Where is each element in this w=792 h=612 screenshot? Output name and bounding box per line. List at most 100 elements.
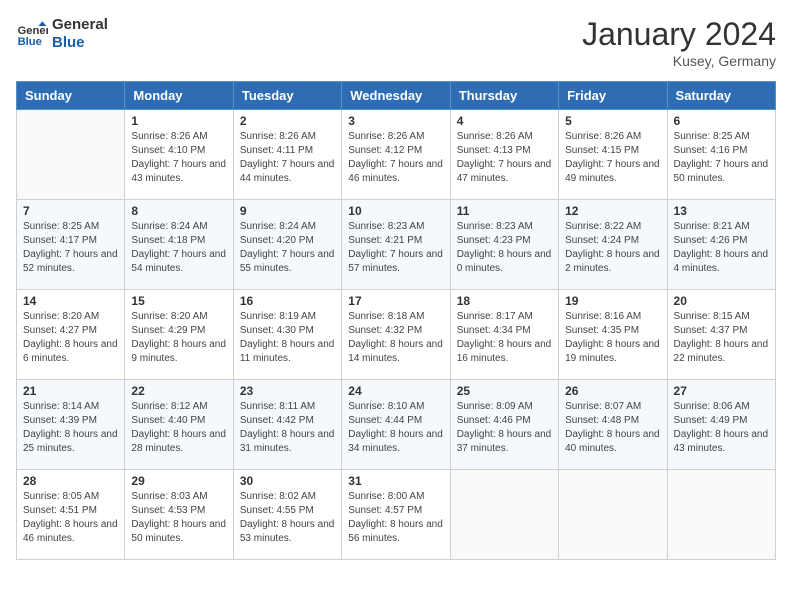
calendar-week-3: 14 Sunrise: 8:20 AMSunset: 4:27 PMDayligh…: [17, 290, 776, 380]
calendar-cell: 5 Sunrise: 8:26 AMSunset: 4:15 PMDaylight…: [559, 110, 667, 200]
day-number: 13: [674, 204, 769, 218]
calendar-cell: 11Sunrise: 8:23 AMSunset: 4:23 PMDayligh…: [450, 200, 558, 290]
calendar-cell: 15Sunrise: 8:20 AMSunset: 4:29 PMDayligh…: [125, 290, 233, 380]
day-number: 31: [348, 474, 443, 488]
logo-general: General: [52, 16, 108, 34]
day-number: 8: [131, 204, 226, 218]
month-title: January 2024: [582, 16, 776, 53]
calendar-cell: 2 Sunrise: 8:26 AMSunset: 4:11 PMDaylight…: [233, 110, 341, 200]
logo-blue: Blue: [52, 34, 108, 52]
calendar-cell: 24 Sunrise: 8:10 AMSunset: 4:44 PMDayligh…: [342, 380, 450, 470]
calendar-cell: 16Sunrise: 8:19 AMSunset: 4:30 PMDayligh…: [233, 290, 341, 380]
day-number: 16: [240, 294, 335, 308]
cell-content: Sunrise: 8:15 AMSunset: 4:37 PMDaylight:…: [674, 310, 769, 366]
calendar-cell: 23 Sunrise: 8:11 AMSunset: 4:42 PMDayligh…: [233, 380, 341, 470]
calendar-cell: [17, 110, 125, 200]
day-number: 3: [348, 114, 443, 128]
calendar-table: SundayMondayTuesdayWednesdayThursdayFrid…: [16, 81, 776, 560]
calendar-header-row: SundayMondayTuesdayWednesdayThursdayFrid…: [17, 82, 776, 110]
cell-content: Sunrise: 8:14 AMSunset: 4:39 PMDaylight:…: [23, 400, 118, 456]
day-number: 29: [131, 474, 226, 488]
calendar-cell: 19 Sunrise: 8:16 AMSunset: 4:35 PMDayligh…: [559, 290, 667, 380]
calendar-cell: 14 Sunrise: 8:20 AMSunset: 4:27 PMDayligh…: [17, 290, 125, 380]
calendar-cell: 7Sunrise: 8:25 AMSunset: 4:17 PMDaylight…: [17, 200, 125, 290]
day-number: 5: [565, 114, 660, 128]
page-header: General Blue General Blue January 2024 K…: [16, 16, 776, 69]
calendar-week-1: 1 Sunrise: 8:26 AMSunset: 4:10 PMDaylight…: [17, 110, 776, 200]
cell-content: Sunrise: 8:00 AMSunset: 4:57 PMDaylight:…: [348, 490, 443, 546]
calendar-cell: [559, 470, 667, 560]
day-number: 2: [240, 114, 335, 128]
header-saturday: Saturday: [667, 82, 775, 110]
calendar-cell: 8 Sunrise: 8:24 AMSunset: 4:18 PMDaylight…: [125, 200, 233, 290]
cell-content: Sunrise: 8:10 AMSunset: 4:44 PMDaylight:…: [348, 400, 443, 456]
day-number: 18: [457, 294, 552, 308]
cell-content: Sunrise: 8:12 AMSunset: 4:40 PMDaylight:…: [131, 400, 226, 456]
cell-content: Sunrise: 8:03 AMSunset: 4:53 PMDaylight:…: [131, 490, 226, 546]
day-number: 12: [565, 204, 660, 218]
day-number: 24: [348, 384, 443, 398]
cell-content: Sunrise: 8:05 AMSunset: 4:51 PMDaylight:…: [23, 490, 118, 546]
day-number: 25: [457, 384, 552, 398]
logo: General Blue General Blue: [16, 16, 108, 52]
calendar-cell: 9 Sunrise: 8:24 AMSunset: 4:20 PMDaylight…: [233, 200, 341, 290]
cell-content: Sunrise: 8:26 AMSunset: 4:10 PMDaylight:…: [131, 130, 226, 186]
calendar-cell: 25 Sunrise: 8:09 AMSunset: 4:46 PMDayligh…: [450, 380, 558, 470]
day-number: 9: [240, 204, 335, 218]
cell-content: Sunrise: 8:23 AMSunset: 4:21 PMDaylight:…: [348, 220, 443, 276]
calendar-cell: 6Sunrise: 8:25 AMSunset: 4:16 PMDaylight…: [667, 110, 775, 200]
svg-text:General: General: [18, 25, 48, 37]
calendar-week-2: 7Sunrise: 8:25 AMSunset: 4:17 PMDaylight…: [17, 200, 776, 290]
day-number: 1: [131, 114, 226, 128]
header-thursday: Thursday: [450, 82, 558, 110]
cell-content: Sunrise: 8:26 AMSunset: 4:15 PMDaylight:…: [565, 130, 660, 186]
cell-content: Sunrise: 8:22 AMSunset: 4:24 PMDaylight:…: [565, 220, 660, 276]
cell-content: Sunrise: 8:21 AMSunset: 4:26 PMDaylight:…: [674, 220, 769, 276]
cell-content: Sunrise: 8:06 AMSunset: 4:49 PMDaylight:…: [674, 400, 769, 456]
cell-content: Sunrise: 8:09 AMSunset: 4:46 PMDaylight:…: [457, 400, 552, 456]
day-number: 23: [240, 384, 335, 398]
day-number: 28: [23, 474, 118, 488]
day-number: 20: [674, 294, 769, 308]
header-friday: Friday: [559, 82, 667, 110]
cell-content: Sunrise: 8:20 AMSunset: 4:29 PMDaylight:…: [131, 310, 226, 366]
header-sunday: Sunday: [17, 82, 125, 110]
day-number: 19: [565, 294, 660, 308]
svg-text:Blue: Blue: [18, 36, 42, 48]
calendar-cell: 13 Sunrise: 8:21 AMSunset: 4:26 PMDayligh…: [667, 200, 775, 290]
calendar-cell: 26Sunrise: 8:07 AMSunset: 4:48 PMDayligh…: [559, 380, 667, 470]
calendar-cell: 3Sunrise: 8:26 AMSunset: 4:12 PMDaylight…: [342, 110, 450, 200]
cell-content: Sunrise: 8:20 AMSunset: 4:27 PMDaylight:…: [23, 310, 118, 366]
cell-content: Sunrise: 8:24 AMSunset: 4:20 PMDaylight:…: [240, 220, 335, 276]
cell-content: Sunrise: 8:16 AMSunset: 4:35 PMDaylight:…: [565, 310, 660, 366]
calendar-cell: 17Sunrise: 8:18 AMSunset: 4:32 PMDayligh…: [342, 290, 450, 380]
calendar-cell: 1 Sunrise: 8:26 AMSunset: 4:10 PMDaylight…: [125, 110, 233, 200]
calendar-cell: 12 Sunrise: 8:22 AMSunset: 4:24 PMDayligh…: [559, 200, 667, 290]
day-number: 14: [23, 294, 118, 308]
cell-content: Sunrise: 8:25 AMSunset: 4:17 PMDaylight:…: [23, 220, 118, 276]
cell-content: Sunrise: 8:23 AMSunset: 4:23 PMDaylight:…: [457, 220, 552, 276]
day-number: 4: [457, 114, 552, 128]
cell-content: Sunrise: 8:24 AMSunset: 4:18 PMDaylight:…: [131, 220, 226, 276]
day-number: 22: [131, 384, 226, 398]
cell-content: Sunrise: 8:26 AMSunset: 4:11 PMDaylight:…: [240, 130, 335, 186]
calendar-cell: 4 Sunrise: 8:26 AMSunset: 4:13 PMDaylight…: [450, 110, 558, 200]
cell-content: Sunrise: 8:25 AMSunset: 4:16 PMDaylight:…: [674, 130, 769, 186]
location: Kusey, Germany: [582, 53, 776, 69]
calendar-cell: 10 Sunrise: 8:23 AMSunset: 4:21 PMDayligh…: [342, 200, 450, 290]
day-number: 27: [674, 384, 769, 398]
cell-content: Sunrise: 8:26 AMSunset: 4:13 PMDaylight:…: [457, 130, 552, 186]
calendar-cell: 22 Sunrise: 8:12 AMSunset: 4:40 PMDayligh…: [125, 380, 233, 470]
calendar-cell: 20 Sunrise: 8:15 AMSunset: 4:37 PMDayligh…: [667, 290, 775, 380]
cell-content: Sunrise: 8:07 AMSunset: 4:48 PMDaylight:…: [565, 400, 660, 456]
calendar-week-5: 28 Sunrise: 8:05 AMSunset: 4:51 PMDayligh…: [17, 470, 776, 560]
calendar-cell: 29 Sunrise: 8:03 AMSunset: 4:53 PMDayligh…: [125, 470, 233, 560]
calendar-cell: [667, 470, 775, 560]
cell-content: Sunrise: 8:11 AMSunset: 4:42 PMDaylight:…: [240, 400, 335, 456]
calendar-cell: 18Sunrise: 8:17 AMSunset: 4:34 PMDayligh…: [450, 290, 558, 380]
title-area: January 2024 Kusey, Germany: [582, 16, 776, 69]
cell-content: Sunrise: 8:18 AMSunset: 4:32 PMDaylight:…: [348, 310, 443, 366]
day-number: 10: [348, 204, 443, 218]
day-number: 30: [240, 474, 335, 488]
header-tuesday: Tuesday: [233, 82, 341, 110]
